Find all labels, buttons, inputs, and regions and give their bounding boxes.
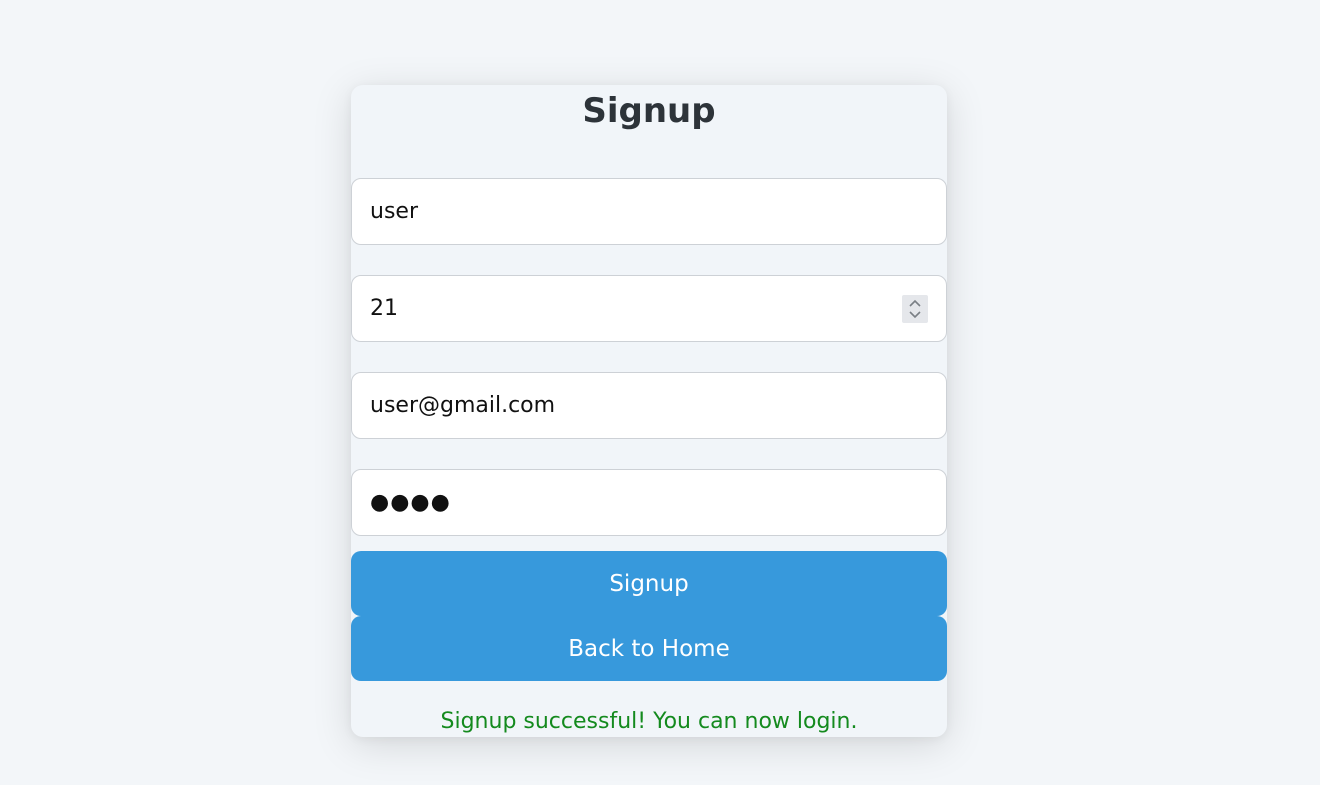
age-stepper[interactable] <box>902 294 928 323</box>
success-message: Signup successful! You can now login. <box>440 709 858 734</box>
username-field[interactable]: user <box>351 178 947 245</box>
password-value: ●●●● <box>370 490 451 515</box>
age-field[interactable]: 21 <box>351 275 947 342</box>
page-title: Signup <box>582 91 716 131</box>
chevron-up-down-icon <box>909 299 921 318</box>
password-field[interactable]: ●●●● <box>351 469 947 536</box>
email-value: user@gmail.com <box>370 393 556 418</box>
signup-button[interactable]: Signup <box>351 551 947 616</box>
age-value: 21 <box>370 296 398 321</box>
email-field[interactable]: user@gmail.com <box>351 372 947 439</box>
back-to-home-button[interactable]: Back to Home <box>351 616 947 681</box>
signup-card: Signup user 21 user@gmail.com ●●●● Signu… <box>351 85 947 737</box>
username-value: user <box>370 199 418 224</box>
